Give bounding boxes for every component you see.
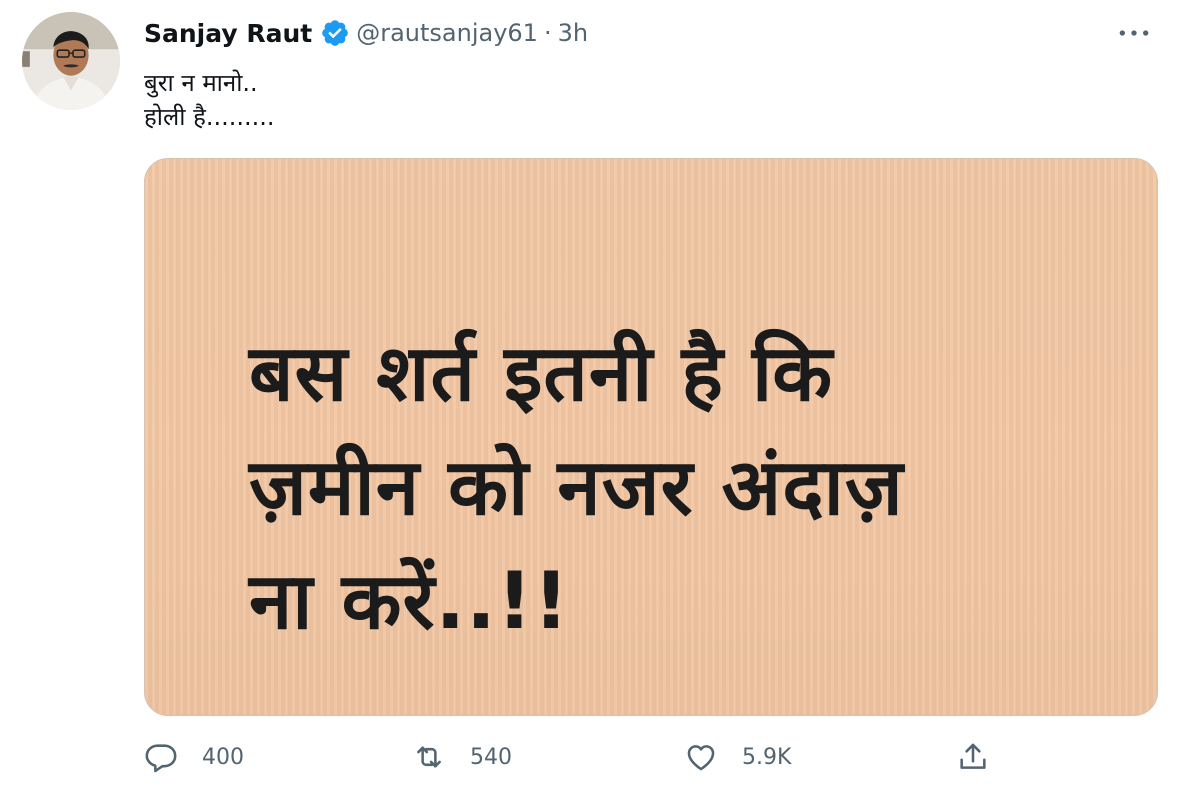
reply-count: 400 <box>202 744 244 770</box>
retweet-icon <box>412 740 446 774</box>
share-button[interactable] <box>956 734 990 780</box>
author-handle[interactable]: @rautsanjay61 <box>356 19 538 47</box>
tweet-text-line: होली है......... <box>144 103 275 131</box>
heart-icon <box>684 740 718 774</box>
retweet-button[interactable]: 540 <box>412 734 512 780</box>
like-count: 5.9K <box>742 744 792 770</box>
avatar-image <box>22 12 120 110</box>
reply-icon <box>144 740 178 774</box>
retweet-count: 540 <box>470 744 512 770</box>
tweet-media-image[interactable]: बस शर्त इतनी है कि ज़मीन को नजर अंदाज़ न… <box>144 158 1158 716</box>
media-caption: बस शर्त इतनी है कि ज़मीन को नजर अंदाज़ न… <box>249 317 904 659</box>
tweet-card: Sanjay Raut @rautsanjay61 · 3h बुरा न मा… <box>0 0 1200 800</box>
more-icon[interactable] <box>1114 20 1154 46</box>
reply-button[interactable]: 400 <box>144 734 244 780</box>
verified-badge-icon <box>320 18 350 48</box>
tweet-actions: 400 540 5.9K <box>144 734 1004 780</box>
tweet-header: Sanjay Raut @rautsanjay61 · 3h <box>144 14 588 52</box>
share-icon <box>956 740 990 774</box>
tweet-text-line: बुरा न मानो.. <box>144 69 258 97</box>
timestamp[interactable]: 3h <box>558 19 588 47</box>
media-caption-line: बस शर्त इतनी है कि <box>249 329 834 419</box>
separator-dot: · <box>543 19 552 47</box>
avatar[interactable] <box>22 12 120 110</box>
media-caption-line: ना करें..!! <box>249 557 570 647</box>
like-button[interactable]: 5.9K <box>684 734 791 780</box>
media-caption-line: ज़मीन को नजर अंदाज़ <box>249 443 904 533</box>
tweet-text: बुरा न मानो.. होली है......... <box>144 66 274 134</box>
author-name[interactable]: Sanjay Raut <box>144 19 312 48</box>
